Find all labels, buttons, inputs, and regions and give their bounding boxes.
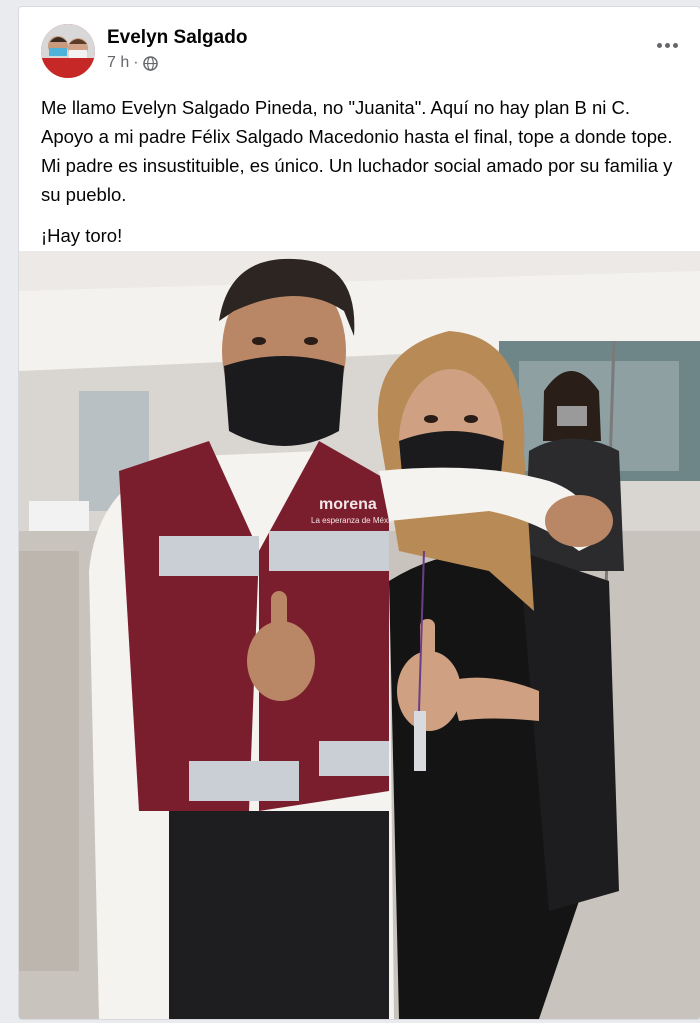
post-paragraph: ¡Hay toro! (41, 225, 123, 246)
author-name[interactable]: Evelyn Salgado (107, 27, 247, 49)
more-options-icon[interactable] (652, 35, 682, 55)
post-body: Me llamo Evelyn Salgado Pineda, no "Juan… (41, 93, 681, 262)
globe-icon (142, 55, 158, 71)
vest-logo: morena (319, 496, 377, 513)
post-meta: 7 h · (107, 54, 158, 72)
author-avatar[interactable] (41, 24, 95, 78)
post-header: Evelyn Salgado 7 h · (19, 7, 700, 87)
post-timestamp[interactable]: 7 h (107, 54, 129, 72)
vest-subtext: La esperanza de México (311, 516, 399, 525)
post-paragraph: Me llamo Evelyn Salgado Pineda, no "Juan… (41, 97, 673, 205)
meta-separator: · (133, 54, 139, 71)
post-card: Evelyn Salgado 7 h · Me llamo Evelyn Sal… (18, 6, 700, 1020)
post-photo[interactable]: morena La esperanza de México (19, 251, 700, 1019)
